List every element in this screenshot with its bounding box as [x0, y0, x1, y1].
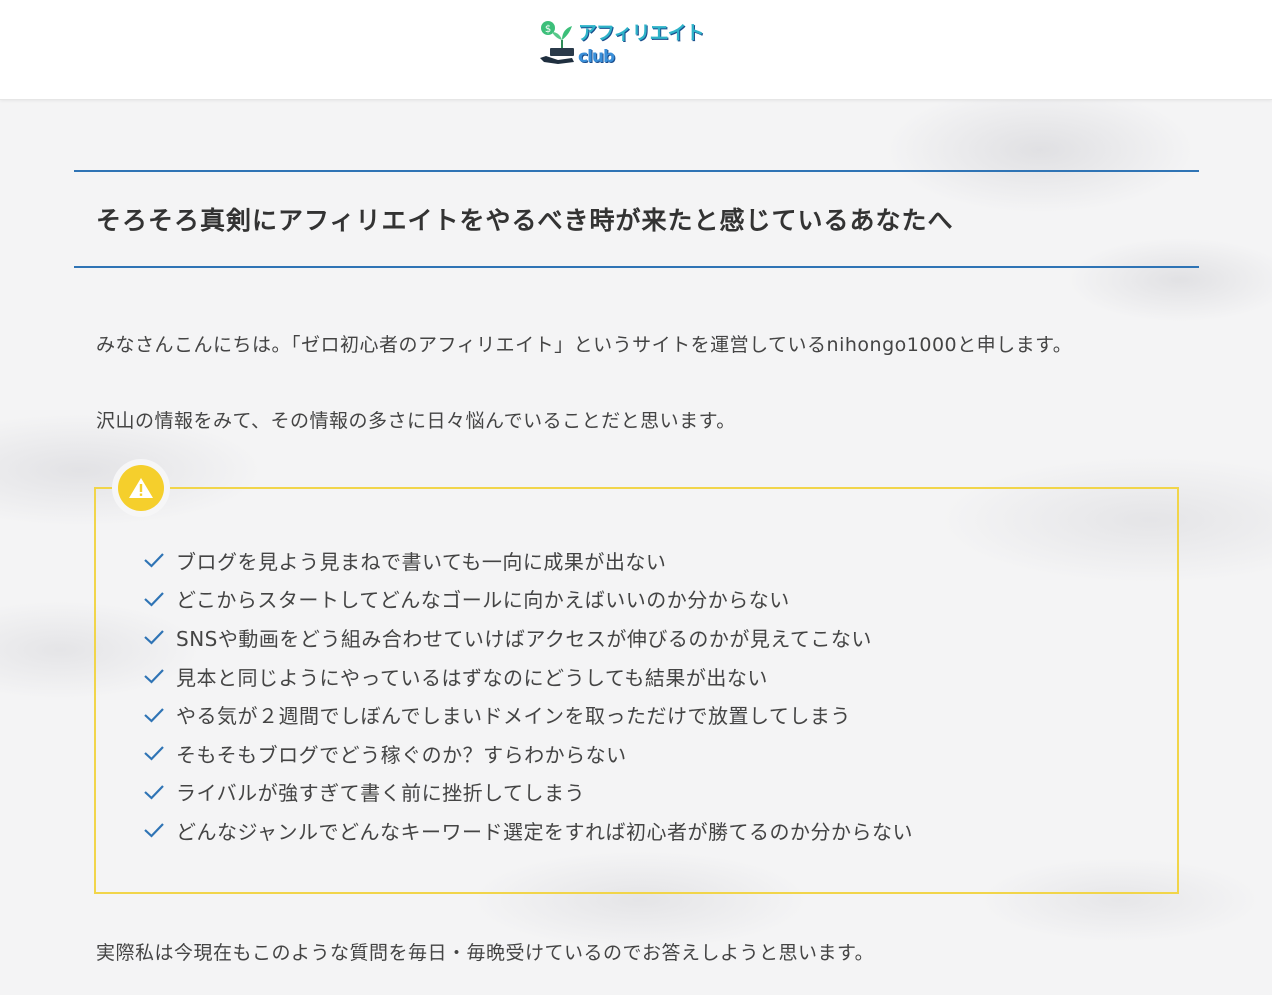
site-logo-link[interactable]: $ アフィリエイトclub — [536, 18, 736, 67]
check-icon — [144, 823, 164, 838]
list-item: そもそもブログでどう稼ぐのか？すらわからない — [142, 734, 913, 773]
list-item-text: どんなジャンルでどんなキーワード選定をすれば初心者が勝てるのか分からない — [176, 819, 913, 844]
caution-box: ブログを見よう見まねで書いても一向に成果が出ない どこからスタートしてどんなゴー… — [94, 465, 1179, 894]
logo-text-main: アフィリエイト — [578, 21, 705, 44]
site-header: $ アフィリエイトclub — [0, 0, 1272, 100]
list-item-text: そもそもブログでどう稼ぐのか？すらわからない — [176, 742, 627, 767]
page-title: そろそろ真剣にアフィリエイトをやるべき時が来たと感じているあなたへ — [96, 206, 954, 235]
list-item: どこからスタートしてどんなゴールに向かえばいいのか分からない — [142, 580, 913, 619]
logo-text-club: club — [578, 46, 615, 67]
warning-icon — [118, 465, 164, 511]
main-content: そろそろ真剣にアフィリエイトをやるべき時が来たと感じているあなたへ みなさんこん… — [0, 100, 1272, 995]
check-icon — [144, 785, 164, 800]
list-item-text: SNSや動画をどう組み合わせていけばアクセスが伸びるのかが見えてこない — [176, 626, 872, 651]
list-item: 見本と同じようにやっているはずなのにどうしても結果が出ない — [142, 657, 913, 696]
list-item-text: ライバルが強すぎて書く前に挫折してしまう — [176, 781, 585, 806]
logo-badge: $ — [545, 24, 551, 35]
check-icon — [144, 630, 164, 646]
caution-check-list: ブログを見よう見まねで書いても一向に成果が出ない どこからスタートしてどんなゴー… — [142, 541, 913, 850]
section-title-box: そろそろ真剣にアフィリエイトをやるべき時が来たと感じているあなたへ — [74, 170, 1199, 268]
check-icon — [144, 669, 164, 684]
list-item-text: 見本と同じようにやっているはずなのにどうしても結果が出ない — [176, 665, 768, 690]
list-item: ブログを見よう見まねで書いても一向に成果が出ない — [142, 541, 913, 580]
list-item: SNSや動画をどう組み合わせていけばアクセスが伸びるのかが見えてこない — [142, 618, 913, 657]
logo-text: アフィリエイトclub — [578, 18, 736, 67]
list-item: やる気が２週間でしぼんでしまいドメインを取っただけで放置してしまう — [142, 695, 913, 734]
list-item-text: ブログを見よう見まねで書いても一向に成果が出ない — [176, 549, 667, 574]
list-item: ライバルが強すぎて書く前に挫折してしまう — [142, 773, 913, 812]
check-icon — [144, 707, 164, 723]
list-item-text: やる気が２週間でしぼんでしまいドメインを取っただけで放置してしまう — [176, 704, 851, 729]
logo-plant-icon: $ — [536, 18, 576, 66]
closing-paragraph: 実際私は今現在もこのような質問を毎日・毎晩受けているのでお答えしようと思います。 — [96, 942, 875, 964]
check-icon — [144, 746, 164, 761]
check-icon — [144, 592, 164, 607]
list-item: どんなジャンルでどんなキーワード選定をすれば初心者が勝てるのか分からない — [142, 811, 913, 850]
check-icon — [144, 553, 164, 568]
intro-paragraph-1: みなさんこんにちは。「ゼロ初心者のアフィリエイト」というサイトを運営しているni… — [96, 334, 1073, 356]
list-item-text: どこからスタートしてどんなゴールに向かえばいいのか分からない — [176, 588, 790, 613]
intro-paragraph-2: 沢山の情報をみて、その情報の多さに日々悩んでいることだと思います。 — [96, 410, 736, 432]
